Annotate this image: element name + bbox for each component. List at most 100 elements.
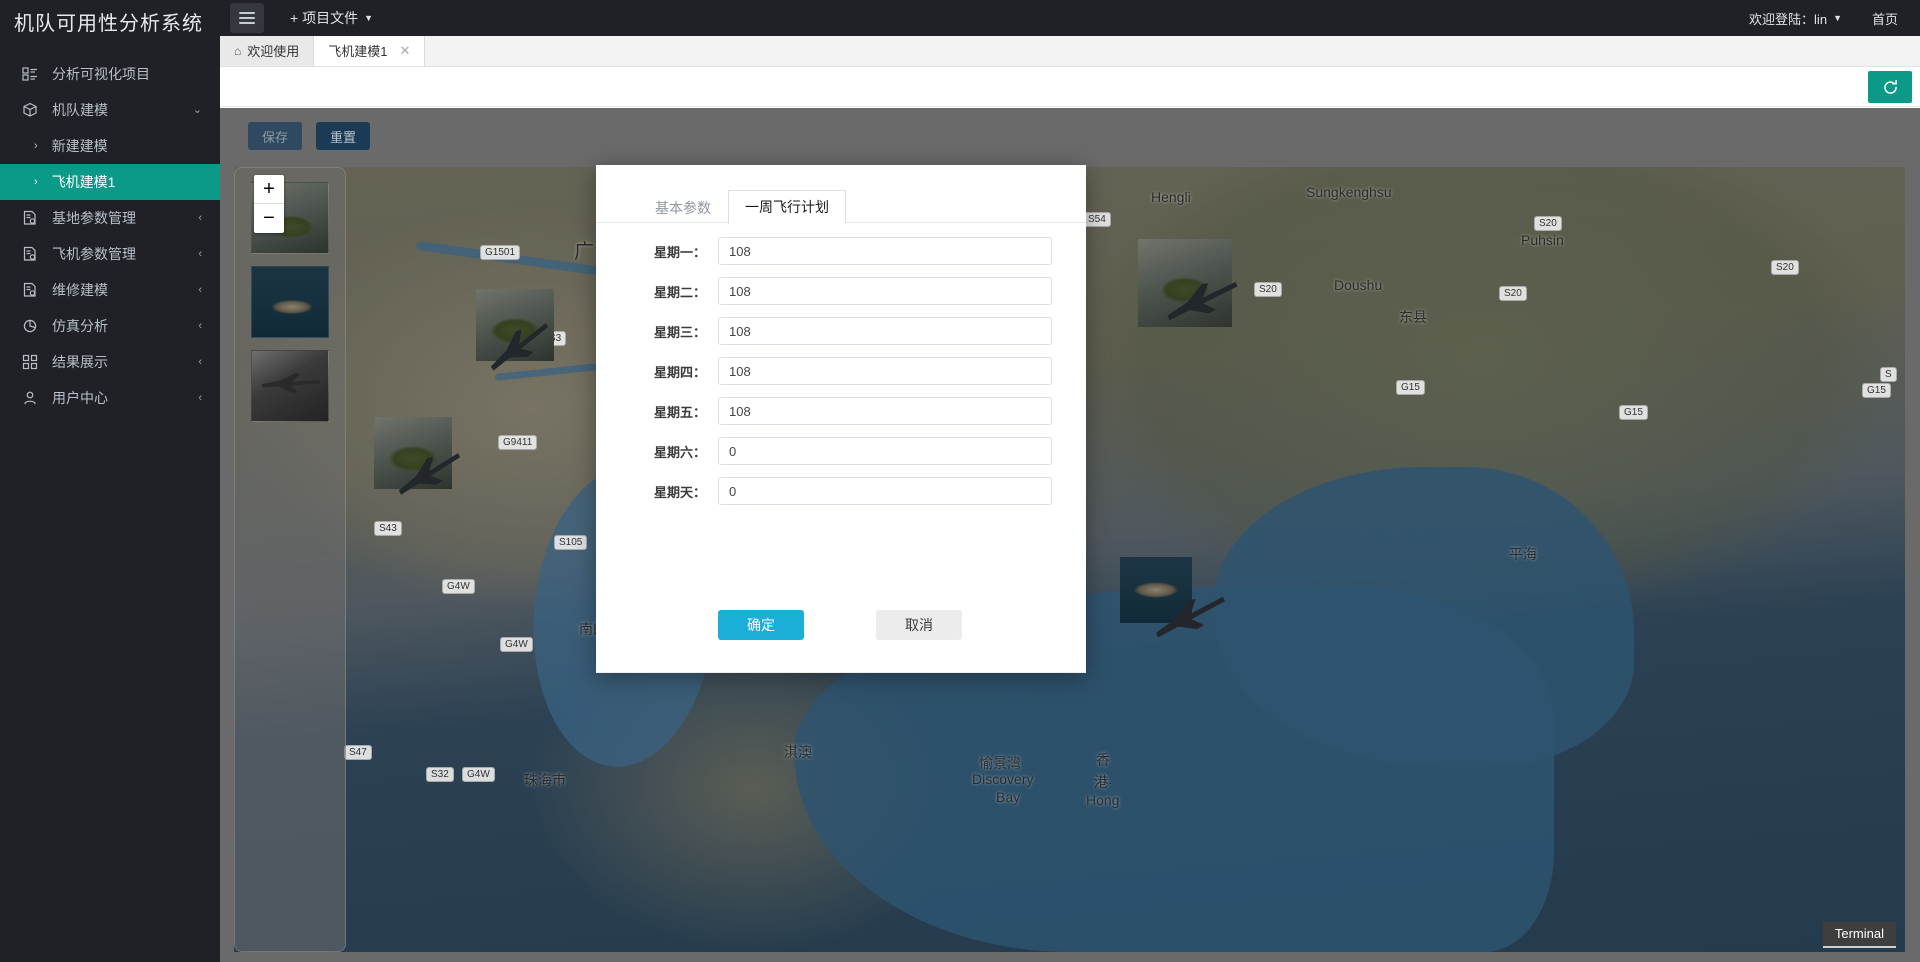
form-row: 星期五： xyxy=(596,397,1052,425)
sidebar-subitem-label: 新建建模 xyxy=(51,138,108,154)
app-brand-title: 机队可用性分析系统 xyxy=(14,12,203,35)
reset-button[interactable]: 重置 xyxy=(316,122,371,150)
tabbar: ⌂ 欢迎使用 飞机建模1 ✕ xyxy=(220,35,1920,67)
tab-aircraft-model-1[interactable]: 飞机建模1 ✕ xyxy=(314,35,426,66)
hamburger-bar xyxy=(239,17,255,19)
document-icon xyxy=(20,280,40,300)
sidebar-item-simulation-analysis[interactable]: 仿真分析 ‹ xyxy=(0,308,220,344)
list-view-icon xyxy=(20,64,40,84)
cube-icon xyxy=(20,100,40,120)
dialog-tab-weekly-flight-plan[interactable]: 一周飞行计划 xyxy=(728,190,846,224)
weekday-input-3[interactable] xyxy=(718,317,1052,345)
chevron-left-icon: ‹ xyxy=(198,319,202,332)
home-icon: ⌂ xyxy=(234,43,242,58)
chevron-right-icon: › xyxy=(34,139,38,152)
save-button[interactable]: 保存 xyxy=(248,122,303,150)
zoom-in-button[interactable]: + xyxy=(254,175,284,204)
sidebar-item-user-center[interactable]: 用户中心 ‹ xyxy=(0,380,220,416)
document-icon xyxy=(20,244,40,264)
chevron-left-icon: ‹ xyxy=(198,283,202,296)
map-zoom-controls: + − xyxy=(254,175,284,233)
weekday-input-7[interactable] xyxy=(718,477,1052,505)
thumb-carrier[interactable] xyxy=(251,266,329,338)
close-icon[interactable]: ✕ xyxy=(400,44,411,57)
form-row: 星期天： xyxy=(596,477,1052,505)
dialog-form: 星期一： 星期二： 星期三： 星期四： 星期五： 星期六： 星期天： xyxy=(596,223,1086,577)
dialog-tab-basic-params[interactable]: 基本参数 xyxy=(638,190,728,224)
sidebar-item-base-params[interactable]: 基地参数管理 ‹ xyxy=(0,200,220,236)
form-field-label: 星期一： xyxy=(653,244,706,260)
user-icon xyxy=(20,388,40,408)
top-header: + 项目文件 ▼ 欢迎登陆：lin ▼ 首页 xyxy=(220,0,1920,36)
sidebar-item-label: 基地参数管理 xyxy=(52,210,136,226)
hamburger-bar xyxy=(239,22,255,24)
header-right-group: 欢迎登陆：lin ▼ 首页 xyxy=(1749,9,1920,28)
thumb-jet[interactable] xyxy=(251,350,329,422)
form-field-label: 星期天： xyxy=(653,484,706,500)
chevron-down-icon: ⌄ xyxy=(192,103,202,116)
form-row: 星期六： xyxy=(596,437,1052,465)
chevron-left-icon: ‹ xyxy=(198,391,202,404)
asset-thumbnail-rail xyxy=(234,167,346,952)
weekday-input-1[interactable] xyxy=(718,237,1052,265)
model-action-buttons: 保存 重置 xyxy=(234,118,1906,162)
hamburger-bar xyxy=(239,12,255,14)
hamburger-icon[interactable] xyxy=(230,3,264,33)
confirm-button[interactable]: 确定 xyxy=(718,609,804,640)
form-field-label: 星期四： xyxy=(653,364,706,380)
weekday-input-5[interactable] xyxy=(718,397,1052,425)
sidebar-item-aircraft-params[interactable]: 飞机参数管理 ‹ xyxy=(0,236,220,272)
form-row: 星期二： xyxy=(596,277,1052,305)
toolstrip xyxy=(220,67,1920,107)
cancel-button[interactable]: 取消 xyxy=(876,609,962,640)
form-field-label: 星期五： xyxy=(653,404,706,420)
sidebar-item-label: 仿真分析 xyxy=(52,318,108,334)
zoom-out-button[interactable]: − xyxy=(254,204,284,233)
chevron-left-icon: ‹ xyxy=(198,247,202,260)
chart-pie-icon xyxy=(20,316,40,336)
flight-plan-dialog: 基本参数 一周飞行计划 星期一： 星期二： 星期三： 星期四： 星期五： 星期六： 星期天：… xyxy=(596,165,1086,673)
project-file-menu[interactable]: + 项目文件 ▼ xyxy=(290,8,373,28)
project-file-label: + 项目文件 xyxy=(290,10,359,26)
form-row: 星期四： xyxy=(596,357,1052,385)
sidebar-menu: 分析可视化项目 机队建模 ⌄ › 新建建模 › 飞机建模1 基地参数管理 ‹ 飞… xyxy=(0,56,220,416)
sidebar-item-label: 结果展示 xyxy=(52,354,108,370)
chevron-left-icon: ‹ xyxy=(198,355,202,368)
sidebar: 机队可用性分析系统 分析可视化项目 机队建模 ⌄ › 新建建模 › 飞机建模1 … xyxy=(0,0,220,962)
weekday-input-4[interactable] xyxy=(718,357,1052,385)
dialog-tabs: 基本参数 一周飞行计划 xyxy=(596,165,1086,224)
sidebar-item-fleet-modeling[interactable]: 机队建模 ⌄ xyxy=(0,92,220,128)
chevron-down-icon: ▼ xyxy=(364,12,373,23)
home-link[interactable]: 首页 xyxy=(1872,9,1898,28)
sidebar-item-analysis-project[interactable]: 分析可视化项目 xyxy=(0,56,220,92)
refresh-button[interactable] xyxy=(1868,71,1912,103)
form-field-label: 星期三： xyxy=(653,324,706,340)
form-row: 星期一： xyxy=(596,237,1052,265)
terminal-badge[interactable]: Terminal xyxy=(1822,922,1896,948)
sidebar-item-label: 维修建模 xyxy=(52,282,108,298)
user-menu[interactable]: 欢迎登陆：lin ▼ xyxy=(1749,9,1842,28)
chevron-right-icon: › xyxy=(34,175,38,188)
sidebar-subitem-label: 飞机建模1 xyxy=(51,174,116,190)
sidebar-item-maintenance-modeling[interactable]: 维修建模 ‹ xyxy=(0,272,220,308)
form-row: 星期三： xyxy=(596,317,1052,345)
chevron-down-icon: ▼ xyxy=(1833,12,1842,23)
sidebar-subitem-aircraft-model-1[interactable]: › 飞机建模1 xyxy=(0,164,220,200)
grid-icon xyxy=(20,352,40,372)
app-root: 机队可用性分析系统 分析可视化项目 机队建模 ⌄ › 新建建模 › 飞机建模1 … xyxy=(0,0,1920,962)
sidebar-item-label: 飞机参数管理 xyxy=(52,246,136,262)
form-field-label: 星期二： xyxy=(653,284,706,300)
tab-label: 飞机建模1 xyxy=(328,44,388,59)
weekday-input-2[interactable] xyxy=(718,277,1052,305)
chevron-left-icon: ‹ xyxy=(198,211,202,224)
sidebar-item-results-display[interactable]: 结果展示 ‹ xyxy=(0,344,220,380)
form-field-label: 星期六： xyxy=(653,444,706,460)
weekday-input-6[interactable] xyxy=(718,437,1052,465)
dialog-footer: 确定 取消 xyxy=(596,577,1086,673)
sidebar-item-label: 分析可视化项目 xyxy=(52,66,150,82)
sidebar-subitem-new-model[interactable]: › 新建建模 xyxy=(0,128,220,164)
tab-welcome[interactable]: ⌂ 欢迎使用 xyxy=(220,35,315,66)
sidebar-item-label: 用户中心 xyxy=(52,390,108,406)
document-icon xyxy=(20,208,40,228)
tab-label: 欢迎使用 xyxy=(247,44,300,59)
